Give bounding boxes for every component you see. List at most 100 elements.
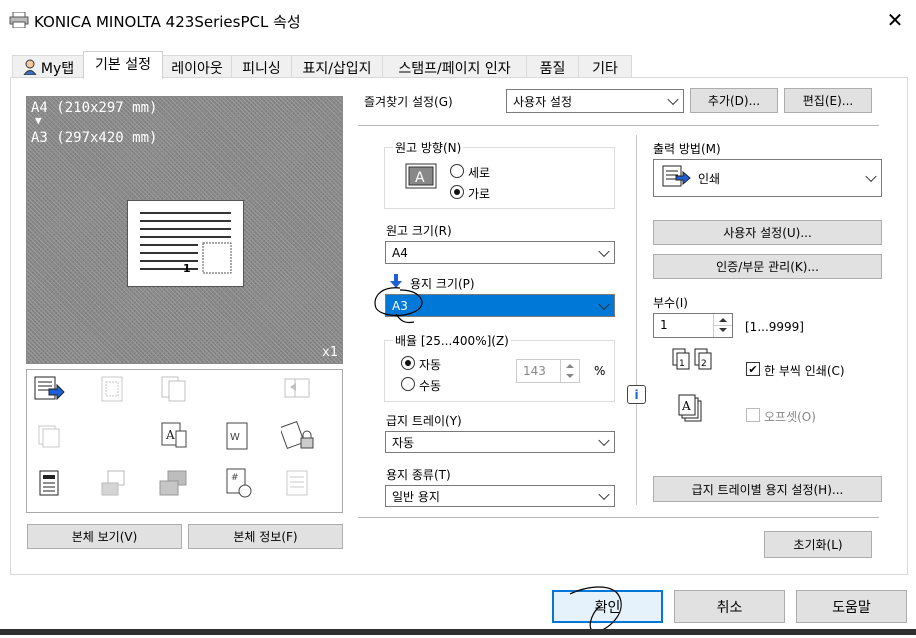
tab-basic-settings[interactable]: 기본 설정: [83, 51, 163, 79]
info-icon[interactable]: i: [627, 385, 646, 404]
zoom-manual-label: 수동: [419, 379, 442, 393]
note-icon: [285, 469, 309, 500]
top-divider: [358, 125, 879, 126]
help-button[interactable]: 도움말: [796, 590, 907, 623]
zoom-label: 배율 [25...400%](Z): [393, 332, 511, 349]
print-output-icon: [662, 165, 692, 192]
offset-checkbox[interactable]: [746, 408, 760, 422]
zoom-auto-label: 자동: [419, 358, 442, 372]
cancel-button[interactable]: 취소: [674, 590, 785, 623]
chevron-down-icon: [598, 434, 610, 447]
close-icon[interactable]: ✕: [884, 8, 906, 32]
copies-spinner[interactable]: 1: [653, 313, 733, 338]
svg-text:A: A: [415, 170, 425, 186]
svg-text:A: A: [681, 399, 691, 413]
preview-copies: x1: [322, 345, 338, 360]
offset-label: 오프셋(O): [764, 410, 816, 424]
tray-paper-settings-button[interactable]: 급지 트레이별 용지 설정(H)...: [653, 476, 882, 502]
device-view-button[interactable]: 본체 보기(V): [27, 524, 182, 549]
tab-my[interactable]: My탭: [12, 55, 84, 78]
chevron-down-icon: [598, 488, 610, 501]
landscape-label: 가로: [468, 187, 491, 201]
chevron-down-icon: [667, 93, 679, 106]
auth-management-button[interactable]: 인증/부문 관리(K)...: [653, 254, 882, 279]
edit-favorite-button[interactable]: 편집(E)...: [784, 88, 872, 113]
portrait-radio[interactable]: [450, 164, 464, 181]
tab-stamp[interactable]: 스탬프/페이지 인자: [382, 55, 527, 78]
svg-text:#: #: [231, 473, 239, 483]
zoom-auto-radio-circle[interactable]: [401, 356, 415, 370]
preview-paper-size: A3 (297x420 mm): [31, 130, 158, 146]
preview-page-number: 1: [183, 262, 191, 275]
bottom-status-strip: [0, 629, 916, 635]
zoom-manual-radio-circle[interactable]: [401, 377, 415, 391]
chevron-down-icon: [865, 170, 877, 183]
tab-quality[interactable]: 품질: [526, 55, 579, 78]
zoom-manual-radio[interactable]: [401, 377, 415, 394]
chevron-down-icon: [598, 245, 610, 257]
svg-text:W: W: [230, 432, 240, 443]
zoom-value: 143: [523, 364, 546, 378]
tab-other[interactable]: 기타: [578, 55, 632, 78]
zoom-unit: %: [594, 364, 606, 378]
paper-type-label: 용지 종류(T): [386, 468, 451, 482]
document-icon: [37, 469, 63, 500]
copies-range: [1...9999]: [745, 320, 804, 334]
overlay-icon: [158, 469, 188, 500]
preview-original-size: A4 (210x297 mm): [31, 100, 158, 116]
original-size-label: 원고 크기(R): [386, 224, 452, 238]
svg-text:A: A: [165, 428, 175, 442]
collate-label: 한 부씩 인쇄(C): [764, 364, 845, 378]
reset-button[interactable]: 초기화(L): [764, 531, 872, 558]
bottom-divider: [358, 517, 879, 518]
user-icon: [22, 59, 38, 79]
favorites-label: 즐겨찾기 설정(G): [364, 95, 453, 109]
rotate-icon: [282, 375, 312, 406]
watermark-page-icon: W: [225, 421, 251, 454]
svg-text:1: 1: [679, 359, 685, 369]
handwritten-scribble-mark: [370, 284, 430, 332]
landscape-page-icon: A: [405, 163, 437, 192]
spinner-arrows[interactable]: [713, 314, 732, 337]
favorites-select[interactable]: 사용자 설정: [506, 89, 684, 113]
window-title: KONICA MINOLTA 423SeriesPCL 속성: [34, 13, 301, 31]
svg-text:2: 2: [701, 359, 707, 369]
paper-tray-label: 급지 트레이(Y): [386, 414, 462, 428]
user-settings-button[interactable]: 사용자 설정(U)...: [653, 220, 882, 245]
original-size-select[interactable]: A4: [385, 241, 615, 264]
paper-tray-select[interactable]: 자동: [385, 431, 615, 453]
stamp-icon: [100, 469, 128, 500]
tab-finishing[interactable]: 피니싱: [231, 55, 292, 78]
printer-icon: [9, 11, 29, 29]
copies-value: 1: [660, 318, 668, 332]
secure-print-icon: [279, 420, 315, 455]
landscape-radio[interactable]: [450, 185, 464, 202]
zoom-auto-radio[interactable]: [401, 356, 415, 373]
spinner-arrows[interactable]: [560, 360, 579, 382]
portrait-label: 세로: [468, 166, 491, 180]
tab-layout[interactable]: 레이아웃: [162, 55, 232, 78]
stack-pages-icon: [37, 424, 63, 453]
portrait-radio-circle[interactable]: [450, 164, 464, 178]
copy-pages-icon: [160, 375, 188, 406]
copies-label: 부수(I): [653, 296, 688, 310]
landscape-radio-circle[interactable]: [450, 185, 464, 199]
output-method-label: 출력 방법(M): [653, 142, 721, 156]
zoom-spinner[interactable]: 143: [516, 359, 580, 383]
page-number-icon: #: [225, 467, 253, 502]
paper-type-select[interactable]: 일반 용지: [385, 485, 615, 507]
tab-cover-insert[interactable]: 표지/삽입지: [291, 55, 383, 78]
add-favorite-button[interactable]: 추가(D)...: [690, 88, 778, 113]
preview-arrow: ▼: [35, 114, 42, 127]
booklet-icon: [100, 375, 124, 406]
output-print-icon[interactable]: [33, 375, 67, 403]
chevron-down-icon: [598, 298, 610, 310]
offset-stack-icon: A: [677, 393, 707, 426]
collate-checkbox[interactable]: ✔: [746, 362, 760, 376]
collate-pages-icon: 12: [671, 347, 715, 378]
device-info-button[interactable]: 본체 정보(F): [188, 524, 343, 549]
output-method-select[interactable]: 인쇄: [653, 159, 882, 197]
column-divider: [636, 135, 637, 505]
up-down-arrow-icon: [714, 318, 732, 332]
orientation-label: 원고 방향(N): [393, 139, 464, 156]
